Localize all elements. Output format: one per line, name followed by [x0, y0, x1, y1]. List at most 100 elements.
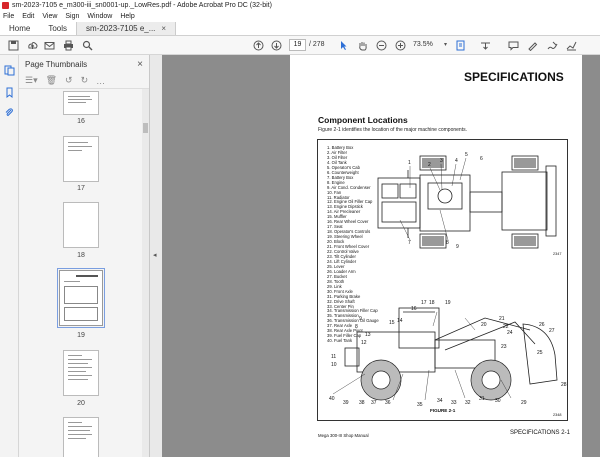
delete-page-icon[interactable]: 🗑: [46, 75, 57, 86]
machine-side-view-drawing: 40 39 38 37 36 35 34 33 32 31 30 29 28 27 26 25 24 23 22 21…: [329, 300, 567, 408]
thumbnail-page[interactable]: [63, 417, 99, 457]
figure-callout: 7: [408, 240, 411, 246]
footer-manual-name: Mega 300-III Shop Manual: [318, 433, 369, 438]
attachments-icon[interactable]: [4, 107, 15, 118]
highlight-icon[interactable]: [527, 40, 538, 52]
thumbnail-scrollbar[interactable]: [142, 89, 149, 457]
thumbnail-options-icon[interactable]: ☰▾: [25, 75, 38, 86]
scrollbar-thumb[interactable]: [143, 123, 148, 133]
figure-callout: 33: [451, 400, 457, 406]
figure-callout: 15: [389, 320, 395, 326]
thumbnail-page[interactable]: [63, 350, 99, 396]
figure-callout: 9: [359, 316, 362, 322]
figure-callout: 12: [361, 340, 367, 346]
email-icon[interactable]: [44, 40, 55, 51]
thumbnail-page-selected[interactable]: [57, 268, 105, 328]
print-icon[interactable]: [63, 40, 74, 51]
hand-icon[interactable]: [357, 40, 368, 51]
menu-view[interactable]: View: [42, 13, 57, 20]
thumbnail-label: 18: [77, 252, 85, 259]
collapse-panel-handle[interactable]: ◂: [150, 55, 162, 457]
figure-callout: 19: [445, 300, 451, 306]
tab-document[interactable]: sm-2023-7105 e_... ×: [76, 22, 177, 35]
menu-window[interactable]: Window: [87, 13, 112, 20]
figure-callout: 17: [421, 300, 427, 306]
rotate-cw-icon[interactable]: ↻: [81, 75, 89, 86]
section-description: Figure 2-1 identifies the location of th…: [318, 127, 467, 133]
title-bar: sm-2023-7105 e_m300-iii_sn0001-up._LowRe…: [0, 0, 600, 11]
tab-document-label: sm-2023-7105 e_...: [86, 24, 156, 33]
figure-callout: 35: [417, 402, 423, 408]
rotate-ccw-icon[interactable]: ↺: [65, 75, 73, 86]
figure-callout: 25: [537, 350, 543, 356]
figure-callout: 27: [549, 328, 555, 334]
figure-callout: 36: [385, 400, 391, 406]
figure-callout: 5: [465, 152, 468, 158]
menu-edit[interactable]: Edit: [22, 13, 34, 20]
figure-callout: 14: [397, 318, 403, 324]
figure-code-top: 2347: [553, 252, 562, 256]
thumbnail-page[interactable]: [63, 202, 99, 248]
panel-title: Page Thumbnails: [25, 59, 88, 69]
sign-icon[interactable]: [566, 40, 577, 51]
menu-help[interactable]: Help: [120, 13, 134, 20]
zoom-in-icon[interactable]: [395, 40, 406, 51]
thumbnail-label: 20: [77, 400, 85, 407]
figure-callout: 34: [437, 398, 443, 404]
figure-callout: 21: [499, 316, 505, 322]
zoom-dropdown-icon[interactable]: ▾: [440, 40, 451, 51]
figure-callout: 40: [329, 396, 335, 402]
page-down-icon[interactable]: [271, 40, 282, 51]
draw-icon[interactable]: [547, 40, 558, 51]
zoom-level[interactable]: 73.5%: [413, 41, 433, 48]
figure-callout: 28: [561, 382, 567, 388]
tab-bar: Home Tools sm-2023-7105 e_... ×: [0, 22, 600, 36]
tab-tools[interactable]: Tools: [39, 22, 76, 35]
figure-callout: 20: [481, 322, 487, 328]
figure-code-bottom: 2348: [553, 413, 562, 417]
figure-callout: 6: [480, 156, 483, 162]
upload-icon[interactable]: [27, 40, 38, 51]
total-pages: / 278: [309, 41, 325, 48]
search-icon[interactable]: [82, 40, 93, 51]
tab-home[interactable]: Home: [0, 22, 39, 35]
zoom-out-icon[interactable]: [376, 40, 387, 51]
figure-callout: 11: [331, 354, 336, 360]
scroll-mode-icon[interactable]: [480, 40, 491, 51]
footer-section-page: SPECIFICATIONS 2-1: [510, 430, 570, 436]
figure-callout: 29: [521, 400, 527, 406]
left-rail: [0, 55, 19, 457]
close-tab-icon[interactable]: ×: [161, 24, 166, 33]
thumbnail-page[interactable]: [63, 136, 99, 182]
page-thumbnails-panel: Page Thumbnails × ☰▾ 🗑 ↺ ↻ … 16 17 18 19…: [19, 55, 150, 457]
more-options-icon[interactable]: …: [96, 76, 105, 86]
close-panel-icon[interactable]: ×: [137, 59, 143, 70]
fit-page-icon[interactable]: [455, 40, 466, 51]
figure-caption: FIGURE 2-1: [430, 408, 456, 413]
comment-icon[interactable]: [508, 40, 519, 51]
save-icon[interactable]: [8, 40, 19, 51]
select-cursor-icon[interactable]: [338, 40, 349, 51]
menu-file[interactable]: File: [3, 13, 14, 20]
figure-callout: 39: [343, 400, 349, 406]
figure-callout: 1: [408, 160, 411, 166]
acrobat-app-icon: [2, 2, 9, 9]
current-page-input[interactable]: 19: [289, 39, 306, 51]
bookmarks-icon[interactable]: [4, 87, 15, 99]
thumbnail-label: 19: [77, 332, 85, 339]
figure-callout: 16: [411, 306, 417, 312]
window-title: sm-2023-7105 e_m300-iii_sn0001-up._LowRe…: [12, 2, 272, 9]
thumbnail-list: 16 17 18 19 20 21: [19, 89, 142, 457]
figure-callout: 9: [456, 244, 459, 250]
thumbnail-page[interactable]: [63, 91, 99, 115]
menu-sign[interactable]: Sign: [65, 13, 79, 20]
page-heading: SPECIFICATIONS: [464, 70, 564, 84]
figure-callout: 8: [446, 240, 449, 246]
page-thumbnails-icon[interactable]: [4, 65, 15, 76]
figure-callout: 38: [359, 400, 365, 406]
page-up-icon[interactable]: [253, 40, 264, 51]
thumbnail-label: 17: [77, 185, 85, 192]
figure-callout: 22: [503, 324, 509, 330]
figure-callout: 2: [428, 162, 431, 168]
figure-callout: 10: [331, 362, 337, 368]
